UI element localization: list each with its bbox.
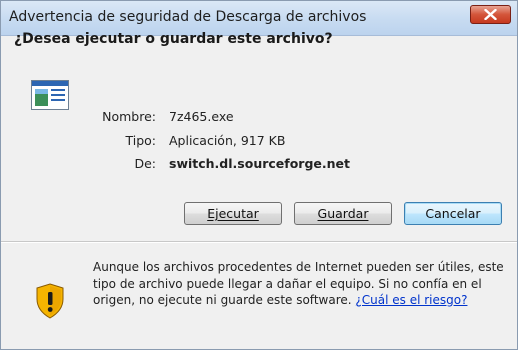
risk-link[interactable]: ¿Cuál es el riesgo?: [355, 293, 467, 307]
run-button-label: Ejecutar: [207, 206, 259, 221]
name-label: Nombre:: [102, 109, 156, 124]
run-button[interactable]: Ejecutar: [184, 202, 282, 225]
save-button[interactable]: Guardar: [294, 202, 392, 225]
warning-message: Aunque los archivos procedentes de Inter…: [93, 259, 513, 309]
divider-highlight: [1, 242, 517, 243]
application-file-icon: [31, 80, 69, 110]
cancel-button-label: Cancelar: [425, 206, 481, 221]
save-button-label: Guardar: [317, 206, 369, 221]
shield-warning-icon: [36, 283, 64, 319]
type-value: Aplicación, 917 KB: [169, 133, 286, 148]
from-label: De:: [134, 156, 156, 171]
window-title: Advertencia de seguridad de Descarga de …: [9, 9, 367, 25]
cancel-button[interactable]: Cancelar: [404, 202, 502, 225]
close-button[interactable]: [470, 5, 511, 24]
from-value: switch.dl.sourceforge.net: [169, 156, 350, 171]
security-warning-dialog: Advertencia de seguridad de Descarga de …: [0, 0, 518, 350]
name-value: 7z465.exe: [169, 109, 234, 124]
close-icon: [484, 9, 497, 20]
dialog-question: ¿Desea ejecutar o guardar este archivo?: [14, 31, 333, 47]
type-label: Tipo:: [125, 133, 156, 148]
